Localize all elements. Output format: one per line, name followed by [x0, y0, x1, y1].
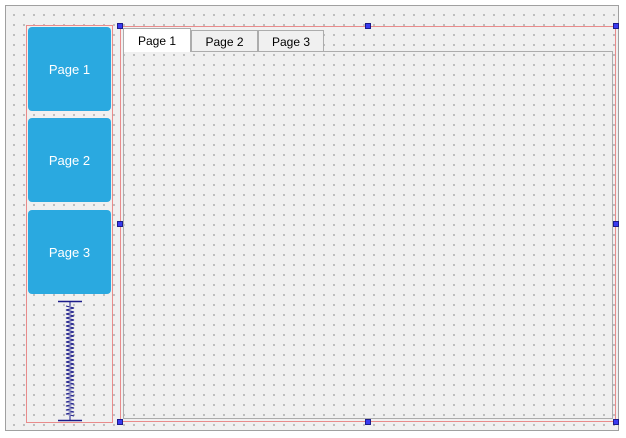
tab-page-3[interactable]: Page 3 — [258, 30, 324, 52]
page-1-button[interactable]: Page 1 — [28, 27, 111, 111]
tab-page-content-area[interactable] — [123, 51, 613, 419]
resize-handle-middle-right[interactable] — [613, 221, 619, 227]
resize-handle-bottom-center[interactable] — [365, 419, 371, 425]
tab-page-3-label: Page 3 — [271, 34, 311, 49]
page-2-button-label: Page 2 — [48, 152, 91, 168]
tab-page-2[interactable]: Page 2 — [191, 30, 258, 52]
resize-handle-bottom-right[interactable] — [613, 419, 619, 425]
tab-page-1-label: Page 1 — [137, 33, 177, 48]
resize-handle-middle-left[interactable] — [117, 221, 123, 227]
page-3-button-label: Page 3 — [48, 244, 91, 260]
page-3-button[interactable]: Page 3 — [28, 210, 111, 294]
tab-page-2-label: Page 2 — [205, 34, 244, 49]
page-2-button[interactable]: Page 2 — [28, 118, 111, 202]
resize-handle-top-center[interactable] — [365, 23, 371, 29]
resize-handle-top-right[interactable] — [613, 23, 619, 29]
resize-handle-bottom-left[interactable] — [117, 419, 123, 425]
tab-page-1[interactable]: Page 1 — [123, 28, 191, 52]
page-1-button-label: Page 1 — [48, 61, 91, 77]
vertical-spacer[interactable] — [56, 300, 84, 422]
